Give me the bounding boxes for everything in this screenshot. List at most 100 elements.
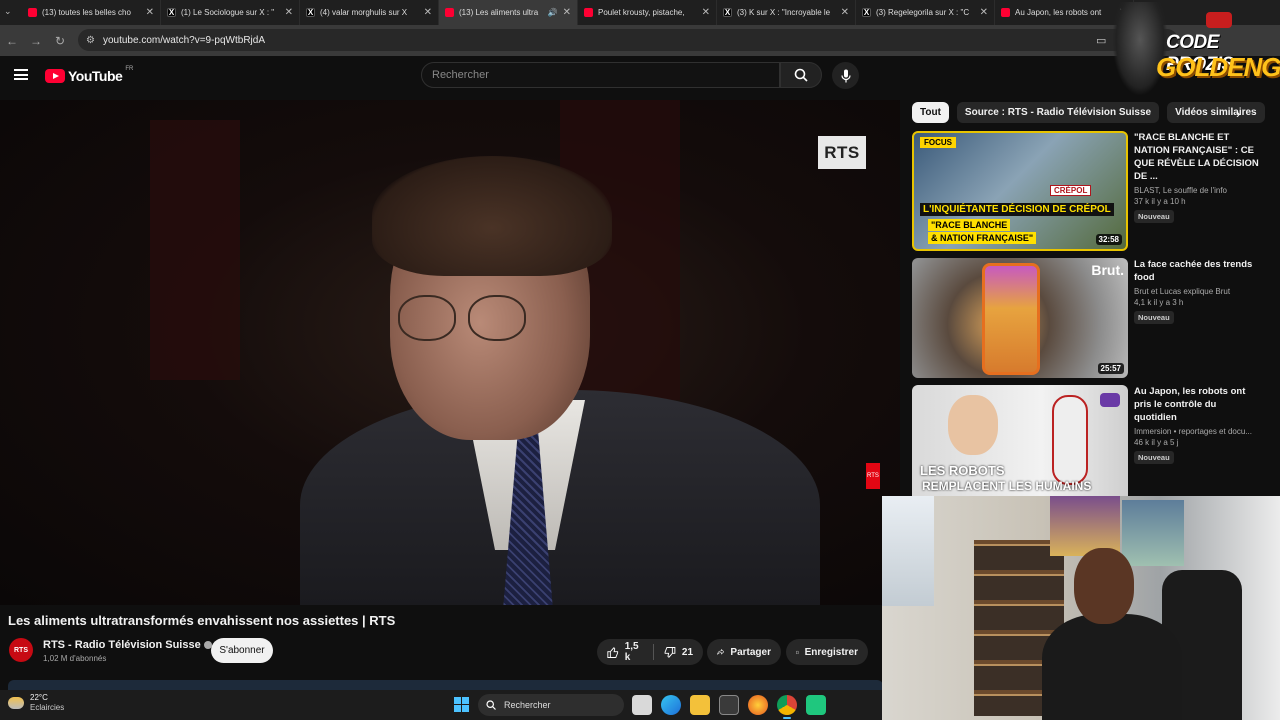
recommendation-channel[interactable]: BLAST, Le souffle de l'info (1134, 186, 1260, 195)
search-icon (486, 700, 496, 710)
thumbs-down-icon[interactable] (664, 646, 676, 659)
webcam-poster (1050, 496, 1120, 556)
chip-all[interactable]: Tout (912, 102, 949, 123)
youtube-play-icon (45, 69, 65, 83)
x-icon: X (167, 8, 176, 17)
browser-tab[interactable]: Poulet krousty, pistache, ✕ (578, 0, 717, 25)
cast-icon[interactable]: ▭ (1096, 34, 1106, 47)
recommendation-item[interactable]: LES ROBOTS REMPLACENT LES HUMAINS Au Jap… (912, 385, 1272, 507)
thumbs-up-icon[interactable] (607, 646, 619, 659)
video-thumbnail[interactable]: Brut. 25:57 (912, 258, 1128, 378)
microphone-icon (840, 69, 851, 82)
recommendation-item[interactable]: Brut. 25:57 La face cachée des trends fo… (912, 258, 1272, 380)
browser-tab[interactable]: X (4) valar morghulis sur X ✕ (300, 0, 439, 25)
task-view-icon[interactable] (632, 695, 652, 715)
chip-similar[interactable]: Vidéos similaires (1167, 102, 1265, 123)
youtube-logo[interactable]: YouTube FR (45, 66, 133, 84)
video-player[interactable]: RTS (0, 100, 900, 605)
subscribe-button[interactable]: S'abonner (211, 638, 273, 663)
video-person-hair (372, 156, 612, 276)
like-divider (653, 644, 655, 660)
recommendation-item[interactable]: FOCUS CRÉPOL L'INQUIÉTANTE DÉCISION DE C… (912, 131, 1272, 253)
recommendation-meta: "RACE BLANCHE ET NATION FRANÇAISE" : CE … (1134, 131, 1260, 224)
close-tab-icon[interactable]: ✕ (285, 7, 293, 18)
phone-graphic (982, 263, 1040, 375)
taskbar-search[interactable]: Rechercher (478, 694, 624, 716)
browser-tab[interactable]: X (1) Le Sociologue sur X : " ✕ (161, 0, 300, 25)
related-filter-chips: Tout Source : RTS - Radio Télévision Sui… (912, 102, 1265, 123)
video-thumbnail[interactable]: LES ROBOTS REMPLACENT LES HUMAINS (912, 385, 1128, 505)
browser-tab[interactable]: X (3) K sur X : "Incroyable le ✕ (717, 0, 856, 25)
reload-icon[interactable]: ↻ (48, 34, 72, 48)
stream-watermark: CODE PROZIS GOLDENG (1108, 2, 1280, 98)
like-count[interactable]: 1,5 k (625, 641, 644, 663)
webcam-overlay (882, 496, 1280, 720)
weather-widget[interactable]: 22°C Eclaircies (8, 693, 64, 713)
youtube-icon (1001, 8, 1010, 17)
browser-tab[interactable]: (13) toutes les belles cho ✕ (22, 0, 161, 25)
channel-name[interactable]: RTS - Radio Télévision Suisse (43, 639, 201, 651)
browser-tab[interactable]: X (3) Regelegorila sur X : "C ✕ (856, 0, 995, 25)
share-button[interactable]: Partager (707, 639, 781, 665)
app-icon[interactable] (806, 695, 826, 715)
channel-avatar[interactable]: RTS (9, 638, 33, 662)
search-button[interactable] (780, 62, 822, 88)
windows-start-icon[interactable] (454, 697, 469, 712)
x-icon: X (723, 8, 732, 17)
forward-arrow-icon[interactable]: → (24, 34, 48, 48)
recommendation-stats: 46 k il y a 5 j (1134, 438, 1179, 447)
address-bar[interactable]: ⚙ youtube.com/watch?v=9-pqWtbRjdA (78, 29, 1178, 51)
firefox-icon[interactable] (748, 695, 768, 715)
video-backdrop (150, 120, 240, 380)
channel-name-row[interactable]: RTS - Radio Télévision Suisse (43, 639, 212, 651)
video-person-glasses (398, 295, 548, 347)
site-info-icon[interactable]: ⚙ (86, 35, 95, 46)
recommendation-stats: 37 k il y a 10 h (1134, 197, 1186, 206)
webcam-streamer-body (1042, 614, 1182, 720)
chevron-right-icon[interactable]: › (1236, 106, 1240, 121)
edge-icon[interactable] (661, 695, 681, 715)
dislike-count[interactable]: 21 (682, 647, 693, 658)
chip-source[interactable]: Source : RTS - Radio Télévision Suisse (956, 102, 1160, 123)
save-button[interactable]: Enregistrer (786, 639, 868, 665)
robot-graphic (1052, 395, 1088, 485)
file-explorer-icon[interactable] (690, 695, 710, 715)
close-tab-icon[interactable]: ✕ (563, 7, 571, 18)
voice-search-button[interactable] (832, 62, 859, 89)
tab-search-chevron-icon[interactable]: ⌄ (4, 6, 16, 18)
close-tab-icon[interactable]: ✕ (146, 7, 154, 18)
store-icon[interactable] (719, 695, 739, 715)
x-icon: X (862, 8, 871, 17)
webcam-streamer-head (1074, 548, 1134, 624)
close-tab-icon[interactable]: ✕ (702, 7, 710, 18)
youtube-icon (445, 8, 454, 17)
recommendation-channel[interactable]: Immersion • reportages et docu... (1134, 427, 1260, 436)
video-duration: 25:57 (1097, 363, 1124, 374)
audio-playing-icon[interactable]: 🔊 (548, 8, 558, 17)
close-tab-icon[interactable]: ✕ (424, 7, 432, 18)
back-arrow-icon[interactable]: ← (0, 34, 24, 48)
recommendation-title[interactable]: Au Japon, les robots ont pris le contrôl… (1134, 385, 1260, 424)
menu-icon[interactable] (14, 69, 28, 80)
browser-tab-active[interactable]: (13) Les aliments ultra 🔊 ✕ (439, 0, 578, 25)
close-tab-icon[interactable]: ✕ (980, 7, 988, 18)
recommendation-title[interactable]: La face cachée des trends food (1134, 258, 1260, 284)
recommendation-channel[interactable]: Brut et Lucas explique Brut (1134, 287, 1260, 296)
weather-condition: Eclaircies (30, 703, 65, 712)
search-input[interactable]: Rechercher (421, 62, 780, 88)
video-thumbnail[interactable]: FOCUS CRÉPOL L'INQUIÉTANTE DÉCISION DE C… (912, 131, 1128, 251)
recommendation-meta: Au Japon, les robots ont pris le contrôl… (1134, 385, 1260, 465)
x-icon: X (306, 8, 315, 17)
recommendation-stats: 4,1 k il y a 3 h (1134, 298, 1184, 307)
camera-icon (1100, 393, 1120, 407)
url-text: youtube.com/watch?v=9-pqWtbRjdA (102, 34, 265, 46)
bookmark-icon (796, 650, 799, 654)
webcam-poster (1122, 500, 1184, 566)
recommendation-meta: La face cachée des trends food Brut et L… (1134, 258, 1260, 325)
rts-side-logo: RTS (866, 463, 880, 489)
recommendation-title[interactable]: "RACE BLANCHE ET NATION FRANÇAISE" : CE … (1134, 131, 1260, 183)
like-dislike-group: 1,5 k 21 (597, 639, 703, 665)
close-tab-icon[interactable]: ✕ (841, 7, 849, 18)
webcam-window (882, 496, 934, 606)
chrome-icon[interactable] (777, 695, 797, 719)
